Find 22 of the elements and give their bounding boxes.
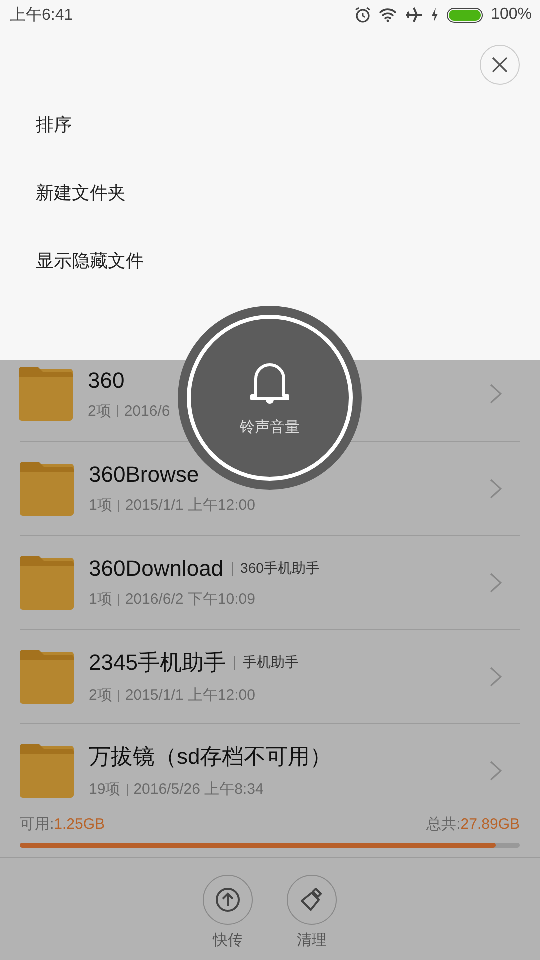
item-count: 1项: [89, 590, 112, 609]
folder-tag: 360手机助手: [240, 560, 320, 578]
item-count: 2项: [89, 686, 112, 705]
modified-date: 2016/5/26 上午8:34: [134, 780, 264, 799]
item-count: 2项: [88, 402, 112, 420]
battery-percent: 100%: [491, 6, 532, 24]
item-count: 1项: [89, 496, 112, 515]
folder-tag: 手机助手: [242, 654, 299, 672]
available-space: 可用:1.25GB: [20, 815, 106, 834]
modified-date: 2015/1/1 上午12:00: [125, 686, 256, 705]
modified-date: 2016/6: [124, 402, 170, 420]
status-time: 上午6:41: [10, 6, 74, 26]
folder-name: 360Browse: [89, 462, 200, 488]
folder-name: 360Download: [89, 556, 224, 582]
folder-name: 360: [88, 368, 125, 394]
modified-date: 2015/1/1 上午12:00: [125, 496, 256, 515]
folder-name: 2345手机助手: [89, 649, 226, 677]
total-space: 总共:27.89GB: [426, 815, 520, 834]
volume-label: 铃声音量: [240, 418, 300, 436]
folder-name: 万拔镜（sd存档不可用）: [89, 743, 332, 771]
modified-date: 2016/6/2 下午10:09: [125, 590, 256, 609]
item-count: 19项: [89, 780, 121, 799]
